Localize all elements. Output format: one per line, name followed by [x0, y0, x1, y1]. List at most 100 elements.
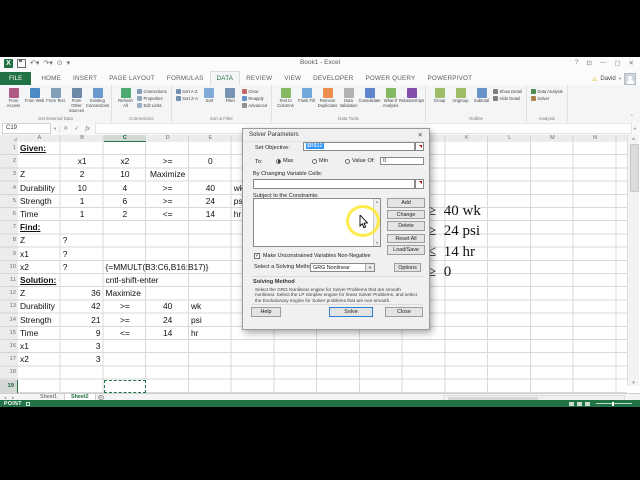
name-box-dropdown-icon[interactable]: ▾ — [51, 125, 61, 132]
row-header-7[interactable]: 7 — [0, 221, 18, 234]
insert-function-icon[interactable]: fx — [82, 126, 92, 132]
solving-method-dropdown[interactable]: GRG Nonlinear ▼ — [310, 262, 375, 272]
radio-value-of[interactable]: Value Of: — [345, 158, 375, 164]
add-button[interactable]: Add — [387, 198, 425, 208]
name-box[interactable]: C19 — [2, 123, 51, 134]
cell-C3[interactable]: 10 — [104, 168, 147, 181]
value-of-field[interactable]: 0 — [380, 157, 424, 165]
row-header-6[interactable]: 6 — [0, 208, 18, 221]
cell-D4[interactable]: >= — [146, 182, 189, 195]
objective-range-picker-icon[interactable] — [415, 142, 424, 151]
cell-B10[interactable]: ? — [63, 261, 68, 274]
column-header-d[interactable]: D — [146, 135, 189, 142]
ribbon-button-filter[interactable]: Filter — [220, 87, 240, 104]
ribbon-button-advanced[interactable]: Advanced — [241, 102, 267, 109]
restore-icon[interactable]: ▢ — [614, 59, 620, 67]
cell-A9[interactable]: x1 — [20, 248, 29, 261]
cell-C15[interactable]: <= — [104, 327, 147, 340]
row-header-15[interactable]: 15 — [0, 327, 18, 340]
options-button[interactable]: Options — [394, 262, 421, 272]
cell-B13[interactable]: 42 — [61, 300, 100, 313]
column-header-c[interactable]: C — [103, 135, 147, 142]
cell-C12[interactable]: Maximize — [106, 287, 141, 300]
row-headers[interactable]: 1 2 3 4 5 6 7 8 9 10 11 12 13 14 15 16 17 18 19 — [0, 142, 19, 393]
ribbon-button-from-text[interactable]: From Text — [46, 87, 66, 104]
cell-E14[interactable]: psi — [191, 314, 202, 327]
row-header-1[interactable]: 1 — [0, 142, 18, 155]
row-header-5[interactable]: 5 — [0, 195, 18, 208]
ribbon-button-hide-detail[interactable]: Hide Detail — [493, 95, 522, 102]
cell-A16[interactable]: x1 — [20, 340, 29, 353]
cell-B4[interactable]: 10 — [61, 182, 104, 195]
cell-C2[interactable]: x2 — [104, 155, 147, 168]
row-header-2[interactable]: 2 — [0, 155, 18, 168]
cell-B12[interactable]: 36 — [61, 287, 100, 300]
row-header-3[interactable]: 3 — [0, 168, 18, 181]
cell-C4[interactable]: 4 — [104, 182, 147, 195]
cell-F6[interactable]: hr — [234, 208, 241, 221]
radio-min[interactable]: Min — [312, 158, 328, 164]
tab-insert[interactable]: INSERT — [67, 72, 103, 85]
ribbon-button-text-to-columns[interactable]: Text to Columns — [276, 87, 296, 109]
tab-page-layout[interactable]: PAGE LAYOUT — [103, 72, 161, 85]
row-header-16[interactable]: 16 — [0, 340, 18, 353]
tab-data[interactable]: DATA — [209, 71, 241, 85]
column-header-m[interactable]: M — [531, 135, 574, 142]
cell-E13[interactable]: wk — [191, 300, 201, 313]
scroll-up-icon[interactable]: ▲ — [628, 136, 639, 141]
cell-D13[interactable]: 40 — [146, 300, 189, 313]
row-header-4[interactable]: 4 — [0, 182, 18, 195]
change-button[interactable]: Change — [387, 209, 425, 219]
cell-E2[interactable]: 0 — [189, 155, 232, 168]
column-header-e[interactable]: E — [189, 135, 232, 142]
ribbon-button-sort-z-a[interactable]: Sort Z-A — [175, 95, 198, 102]
row-header-18[interactable]: 18 — [0, 366, 18, 379]
reset-all-button[interactable]: Reset All — [387, 233, 425, 243]
tab-review[interactable]: REVIEW — [240, 72, 278, 85]
radio-max[interactable]: Max — [276, 158, 294, 164]
row-header-12[interactable]: 12 — [0, 287, 18, 300]
row-header-19[interactable]: 19 — [0, 379, 18, 393]
cell-E6[interactable]: 14 — [189, 208, 232, 221]
column-header-n[interactable]: N — [574, 135, 617, 142]
row-header-17[interactable]: 17 — [0, 353, 18, 366]
account-area[interactable]: ⚠ David ▾ — [592, 73, 636, 85]
cell-A3[interactable]: Z — [20, 168, 25, 181]
tab-developer[interactable]: DEVELOPER — [307, 72, 359, 85]
cell-D14[interactable]: 24 — [146, 314, 189, 327]
tab-view[interactable]: VIEW — [278, 72, 307, 85]
cell-B6[interactable]: 1 — [61, 208, 104, 221]
ribbon-button-refresh-all[interactable]: Refresh All — [116, 87, 136, 109]
help-icon[interactable]: ? — [575, 59, 579, 67]
cell-C6[interactable]: 2 — [104, 208, 147, 221]
ribbon-button-data-validation[interactable]: Data Validation — [339, 87, 359, 109]
ribbon-button-group[interactable]: Group — [430, 87, 450, 104]
column-header-b[interactable]: B — [61, 135, 104, 142]
tab-power-query[interactable]: POWER QUERY — [359, 72, 421, 85]
tab-file[interactable]: FILE — [0, 72, 32, 85]
column-header-l[interactable]: L — [488, 135, 531, 142]
cell-A17[interactable]: x2 — [20, 353, 29, 366]
cell-A1[interactable]: Given: — [20, 142, 46, 155]
tab-home[interactable]: HOME — [35, 72, 67, 85]
cell-D5[interactable]: >= — [146, 195, 189, 208]
column-header-a[interactable]: A — [18, 135, 61, 142]
help-button[interactable]: Help — [251, 307, 281, 317]
ribbon-button-data-analysis[interactable]: Data Analysis — [530, 88, 563, 95]
cell-B5[interactable]: 1 — [61, 195, 104, 208]
tab-powerpivot[interactable]: POWERPIVOT — [421, 72, 478, 85]
ribbon-button-ungroup[interactable]: Ungroup — [451, 87, 471, 104]
cell-D6[interactable]: <= — [146, 208, 189, 221]
cell-A12[interactable]: Z — [20, 287, 25, 300]
ribbon-button-from-access[interactable]: From Access — [4, 87, 24, 109]
active-cell-C19[interactable] — [103, 379, 147, 393]
ribbon-button-sort[interactable]: Sort — [199, 87, 219, 104]
variable-cells-field[interactable] — [253, 178, 415, 189]
ribbon-button-flash-fill[interactable]: Flash Fill — [297, 87, 317, 104]
cell-C11[interactable]: cntl-shift-enter — [106, 274, 159, 287]
dialog-title-bar[interactable]: Solver Parameters ✕ — [243, 129, 429, 142]
cell-A5[interactable]: Strength — [20, 195, 52, 208]
cell-A13[interactable]: Durability — [20, 300, 55, 313]
cell-B8[interactable]: ? — [63, 234, 68, 247]
cell-A15[interactable]: Time — [20, 327, 38, 340]
